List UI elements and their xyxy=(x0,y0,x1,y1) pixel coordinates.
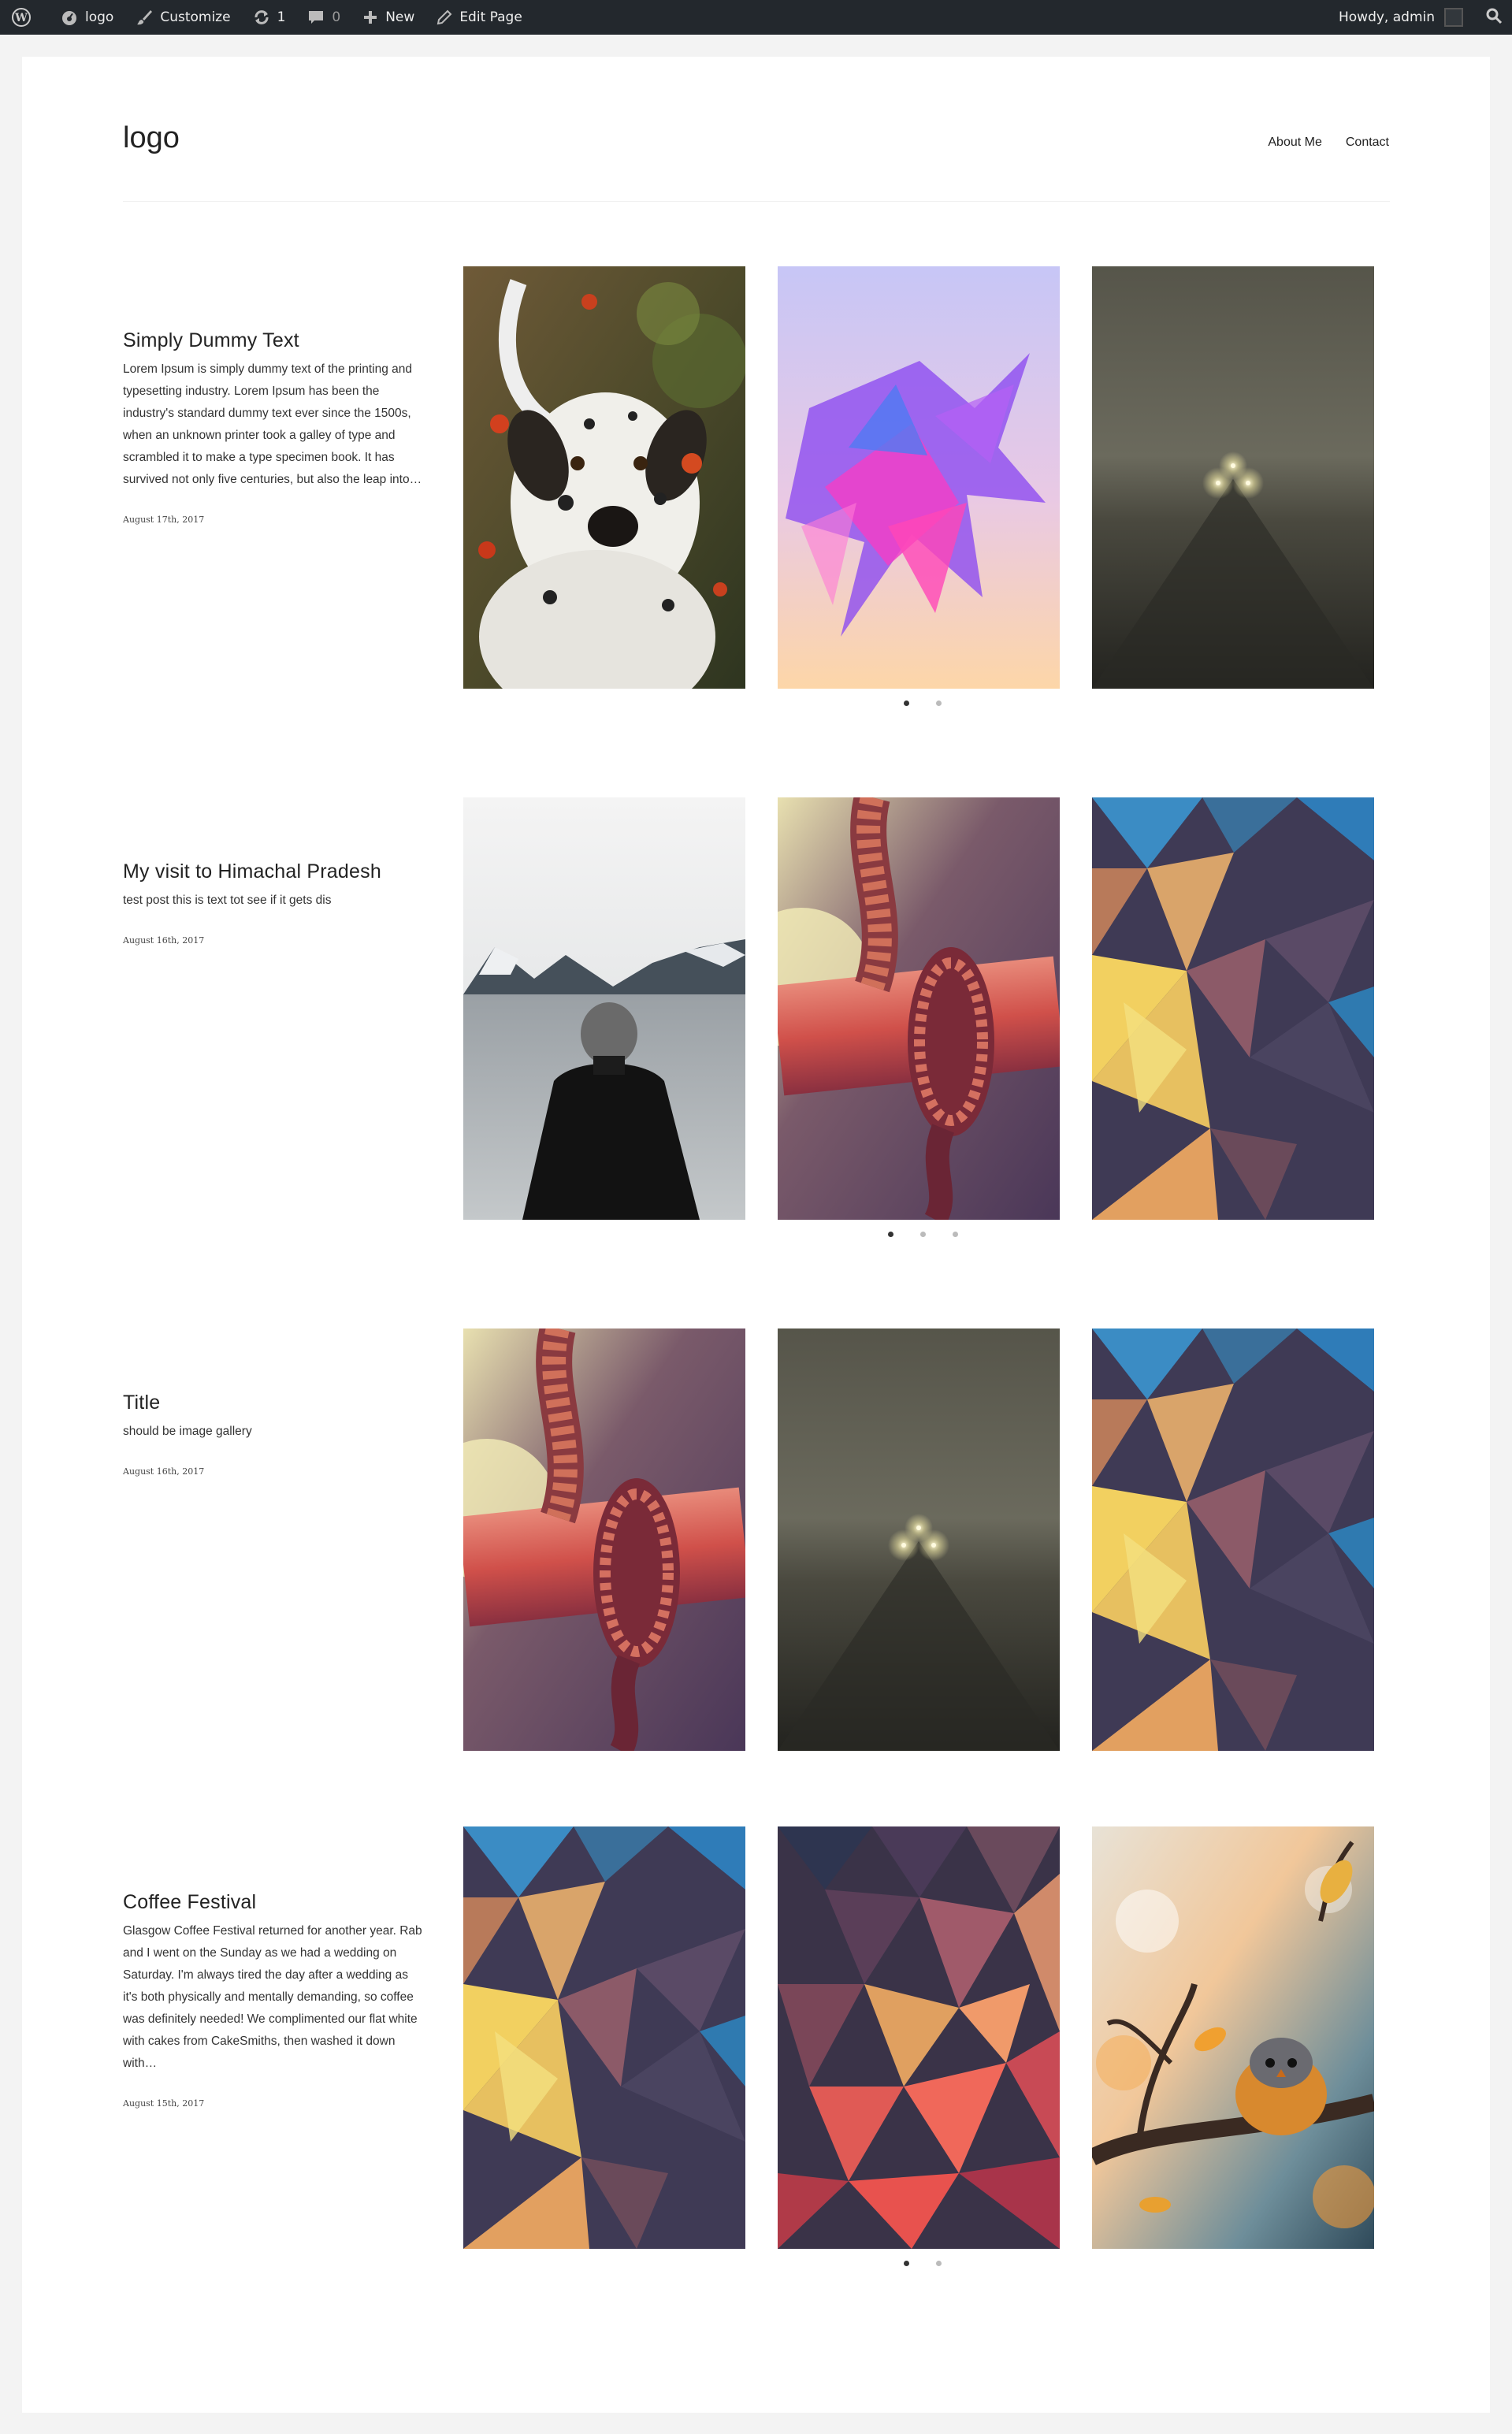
rope-knot-photo[interactable] xyxy=(778,797,1060,1220)
updates-icon xyxy=(253,9,270,26)
new-content-link[interactable]: New xyxy=(351,0,425,35)
post-excerpt: Glasgow Coffee Festival returned for ano… xyxy=(123,1924,422,2070)
howdy-label: Howdy, admin xyxy=(1338,9,1435,25)
account-menu[interactable]: Howdy, admin xyxy=(1328,0,1469,35)
search-button[interactable] xyxy=(1469,0,1512,35)
wordpress-logo-button[interactable]: W xyxy=(0,0,50,35)
header-divider xyxy=(123,201,1390,202)
pencil-icon xyxy=(437,9,452,25)
carousel-dot[interactable] xyxy=(904,700,909,706)
wordpress-icon: W xyxy=(11,7,32,28)
search-icon xyxy=(1485,7,1503,28)
carousel-dot[interactable] xyxy=(936,700,942,706)
site-name-link[interactable]: logo xyxy=(50,0,124,35)
red-polygon-pattern-photo[interactable] xyxy=(778,1826,1060,2249)
post-date: August 17th, 2017 xyxy=(123,515,205,525)
carousel-dot[interactable] xyxy=(888,1232,893,1237)
foggy-road-lights-photo[interactable] xyxy=(778,1328,1060,1751)
avatar xyxy=(1444,8,1463,27)
nav-about-me[interactable]: About Me xyxy=(1268,136,1321,150)
site-logo[interactable]: logo xyxy=(123,121,180,155)
paintbrush-icon xyxy=(136,9,153,26)
post-meta: My visit to Himachal Pradesh test post t… xyxy=(123,859,422,946)
foggy-road-lights-photo[interactable] xyxy=(1092,266,1374,689)
post-excerpt: should be image gallery xyxy=(123,1425,252,1438)
dalmatian-dog-photo[interactable] xyxy=(463,266,745,689)
rope-knot-photo[interactable] xyxy=(463,1328,745,1751)
post-title[interactable]: Simply Dummy Text xyxy=(123,329,422,352)
admin-bar: W logo Customize 1 0 New Edit Page Howdy… xyxy=(0,0,1512,35)
updates-link[interactable]: 1 xyxy=(242,0,297,35)
customize-label: Customize xyxy=(160,9,231,25)
edit-page-label: Edit Page xyxy=(459,9,522,25)
post-meta: Coffee Festival Glasgow Coffee Festival … xyxy=(123,1890,422,2109)
customize-link[interactable]: Customize xyxy=(124,0,241,35)
comment-icon xyxy=(307,9,325,26)
updates-count: 1 xyxy=(277,9,286,25)
polygon-pattern-photo[interactable] xyxy=(1092,797,1374,1220)
post-meta: Simply Dummy Text Lorem Ipsum is simply … xyxy=(123,328,422,525)
post-excerpt: test post this is text tot see if it get… xyxy=(123,894,332,907)
post-date: August 15th, 2017 xyxy=(123,2098,205,2109)
main-nav: About Me Contact xyxy=(1268,136,1389,150)
abstract-crystal-photo[interactable] xyxy=(778,266,1060,689)
new-label: New xyxy=(385,9,415,25)
carousel-dots xyxy=(888,1232,958,1237)
carousel-dot[interactable] xyxy=(920,1232,926,1237)
carousel-dots xyxy=(904,700,942,706)
post-date: August 16th, 2017 xyxy=(123,935,205,946)
bird-on-branch-photo[interactable] xyxy=(1092,1826,1374,2249)
svg-text:W: W xyxy=(14,12,28,24)
carousel-dots xyxy=(904,2261,942,2266)
plus-icon xyxy=(362,9,378,25)
carousel-dot[interactable] xyxy=(936,2261,942,2266)
site-name-label: logo xyxy=(85,9,114,25)
comments-link[interactable]: 0 xyxy=(296,0,351,35)
carousel-dot[interactable] xyxy=(904,2261,909,2266)
post-title[interactable]: Title xyxy=(123,1392,422,1414)
post-title[interactable]: Coffee Festival xyxy=(123,1891,422,1914)
edit-page-link[interactable]: Edit Page xyxy=(425,0,533,35)
post-title[interactable]: My visit to Himachal Pradesh xyxy=(123,860,422,883)
page-container: logo About Me Contact Simply Dummy Text … xyxy=(22,57,1490,2413)
nav-contact[interactable]: Contact xyxy=(1346,136,1389,150)
polygon-pattern-photo[interactable] xyxy=(1092,1328,1374,1751)
post-excerpt: Lorem Ipsum is simply dummy text of the … xyxy=(123,362,422,486)
carousel-dot[interactable] xyxy=(953,1232,958,1237)
comments-count: 0 xyxy=(332,9,341,25)
man-at-lake-photo[interactable] xyxy=(463,797,745,1220)
post-date: August 16th, 2017 xyxy=(123,1466,205,1477)
dashboard-icon xyxy=(61,9,78,26)
post-meta: Title should be image gallery August 16t… xyxy=(123,1390,422,1477)
polygon-pattern-photo[interactable] xyxy=(463,1826,745,2249)
